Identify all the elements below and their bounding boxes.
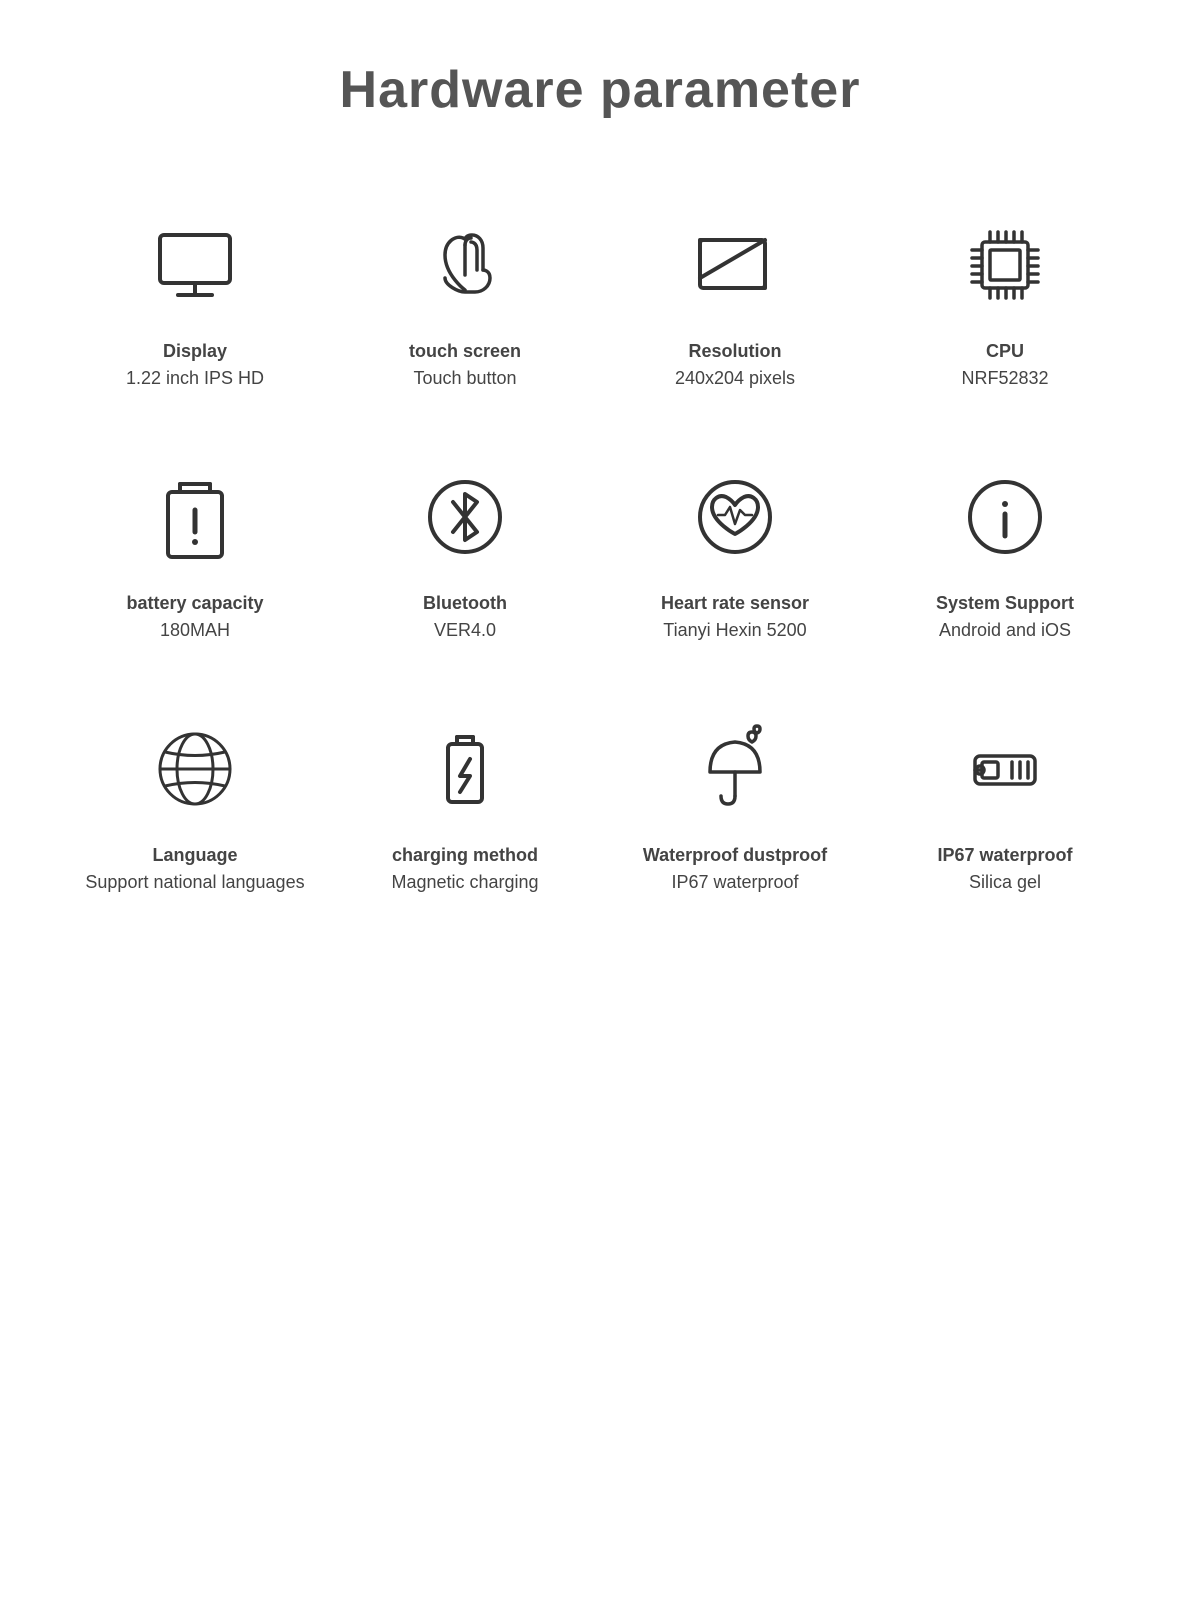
- page-title: Hardware parameter: [0, 0, 1200, 160]
- cpu-icon: [950, 210, 1060, 320]
- display-icon: [140, 210, 250, 320]
- language-label: Language Support national languages: [85, 842, 304, 896]
- system-icon: [950, 462, 1060, 572]
- param-silica: IP67 waterproof Silica gel: [870, 684, 1140, 936]
- param-battery: battery capacity 180MAH: [60, 432, 330, 684]
- system-label: System Support Android and iOS: [936, 590, 1074, 644]
- charging-label: charging method Magnetic charging: [391, 842, 538, 896]
- cpu-label: CPU NRF52832: [961, 338, 1048, 392]
- param-heart-rate: Heart rate sensor Tianyi Hexin 5200: [600, 432, 870, 684]
- battery-label: battery capacity 180MAH: [126, 590, 263, 644]
- charging-icon: [410, 714, 520, 824]
- touch-screen-label: touch screen Touch button: [409, 338, 521, 392]
- heart-rate-label: Heart rate sensor Tianyi Hexin 5200: [661, 590, 809, 644]
- silica-label: IP67 waterproof Silica gel: [937, 842, 1072, 896]
- display-label: Display 1.22 inch IPS HD: [126, 338, 264, 392]
- param-display: Display 1.22 inch IPS HD: [60, 180, 330, 432]
- param-language: Language Support national languages: [60, 684, 330, 936]
- param-bluetooth: Bluetooth VER4.0: [330, 432, 600, 684]
- resolution-label: Resolution 240x204 pixels: [675, 338, 795, 392]
- heart-rate-icon: [680, 462, 790, 572]
- param-charging: charging method Magnetic charging: [330, 684, 600, 936]
- param-resolution: Resolution 240x204 pixels: [600, 180, 870, 432]
- param-touch-screen: touch screen Touch button: [330, 180, 600, 432]
- param-system: System Support Android and iOS: [870, 432, 1140, 684]
- language-icon: [140, 714, 250, 824]
- params-grid: Display 1.22 inch IPS HD touch screen To…: [0, 160, 1200, 956]
- bluetooth-icon: [410, 462, 520, 572]
- param-cpu: CPU NRF52832: [870, 180, 1140, 432]
- bluetooth-label: Bluetooth VER4.0: [423, 590, 507, 644]
- waterproof-icon: [680, 714, 790, 824]
- param-waterproof: Waterproof dustproof IP67 waterproof: [600, 684, 870, 936]
- battery-icon: [140, 462, 250, 572]
- waterproof-label: Waterproof dustproof IP67 waterproof: [643, 842, 827, 896]
- resolution-icon: [680, 210, 790, 320]
- touch-screen-icon: [410, 210, 520, 320]
- silica-icon: [950, 714, 1060, 824]
